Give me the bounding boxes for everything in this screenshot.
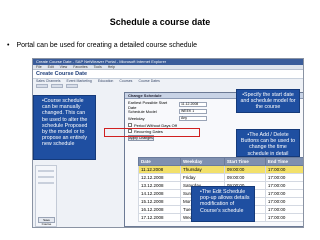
table-header-row: Date Weekday Start Time End Time	[138, 157, 303, 166]
callout-add-delete: •The Add / Delete Buttons can be used to…	[236, 129, 300, 157]
side-panel: Save Course	[35, 165, 57, 227]
cell-end-time: 17:00:00	[264, 173, 303, 182]
schedule-model-label: Schedule Model	[128, 109, 157, 114]
schedule-model-field[interactable]: WEEK 1	[179, 109, 207, 114]
breadcrumb-item[interactable]: Education	[98, 79, 114, 84]
cell-date: 17.12.2008	[138, 213, 181, 222]
column-header-weekday[interactable]: Weekday	[179, 157, 225, 166]
toolbar-button[interactable]	[66, 84, 78, 88]
menu-item-file[interactable]: File	[36, 65, 42, 69]
table-row[interactable]: 11.12.2008 Thursday 09:00:00 17:00:00	[138, 165, 303, 174]
weekday-select[interactable]: Any	[179, 116, 207, 121]
column-header-start-time[interactable]: Start Time	[223, 157, 266, 166]
bullet-symbol: •	[7, 42, 10, 49]
breadcrumb-item[interactable]: Course Dates	[138, 79, 159, 84]
cell-start-time: 09:00:00	[223, 173, 266, 182]
bullet-text: Portal can be used for creating a detail…	[16, 42, 198, 49]
cell-date: 12.12.2008	[138, 173, 181, 182]
menu-item-favorites[interactable]: Favorites	[73, 65, 87, 69]
breadcrumb-item[interactable]: Courses	[119, 79, 132, 84]
highlight-box	[104, 128, 200, 137]
cell-date: 16.12.2008	[138, 205, 181, 214]
checkbox-label: Period Without Days Off	[134, 122, 177, 128]
menu-item-edit[interactable]: Edit	[48, 65, 54, 69]
column-header-end-time[interactable]: End Time	[264, 157, 303, 166]
cell-weekday: Thursday	[179, 165, 225, 174]
bullet-point: • Portal can be used for creating a deta…	[7, 42, 197, 49]
menu-item-help[interactable]: Help	[108, 65, 115, 69]
cell-date: 11.12.2008	[138, 165, 181, 174]
cell-weekday: Friday	[179, 173, 225, 182]
toolbar-button[interactable]	[51, 84, 63, 88]
checkbox-box[interactable]	[128, 123, 132, 127]
callout-start-date: •Specify the start date and schedule mod…	[236, 89, 300, 113]
weekday-row: Weekday Any	[128, 115, 301, 122]
cell-end-time: 17:00:00	[264, 197, 303, 206]
menu-item-view[interactable]: View	[60, 65, 68, 69]
side-panel-line	[38, 182, 54, 184]
save-course-button[interactable]: Save Course	[38, 217, 55, 226]
cell-end-time: 17:00:00	[264, 205, 303, 214]
cell-date: 14.12.2008	[138, 189, 181, 198]
cell-date: 15.12.2008	[138, 197, 181, 206]
cell-end-time: 17:00:00	[264, 189, 303, 198]
start-date-field[interactable]: 11.12.2008	[179, 102, 207, 107]
cell-end-time: 17:00:00	[264, 181, 303, 190]
menu-item-tools[interactable]: Tools	[94, 65, 102, 69]
cell-date: 13.12.2008	[138, 181, 181, 190]
toolbar-button[interactable]	[36, 84, 48, 88]
page-title: Create Course Date	[33, 70, 303, 79]
callout-edit-popup: •The Edit Schedule pop-up allows details…	[191, 186, 255, 222]
side-panel-line	[38, 176, 54, 178]
slide-title: Schedule a course date	[109, 17, 211, 27]
weekday-label: Weekday	[128, 116, 145, 121]
callout-manual-change: •Course schedule can be manually changed…	[33, 95, 96, 160]
cell-end-time: 17:00:00	[264, 213, 303, 222]
side-panel-line	[38, 170, 54, 172]
table-row[interactable]: 12.12.2008 Friday 09:00:00 17:00:00	[138, 173, 303, 182]
cell-start-time: 09:00:00	[223, 165, 266, 174]
start-date-label: Earliest Possible Start Date	[128, 99, 168, 110]
column-header-date[interactable]: Date	[138, 157, 181, 166]
cell-end-time: 17:00:00	[264, 165, 303, 174]
